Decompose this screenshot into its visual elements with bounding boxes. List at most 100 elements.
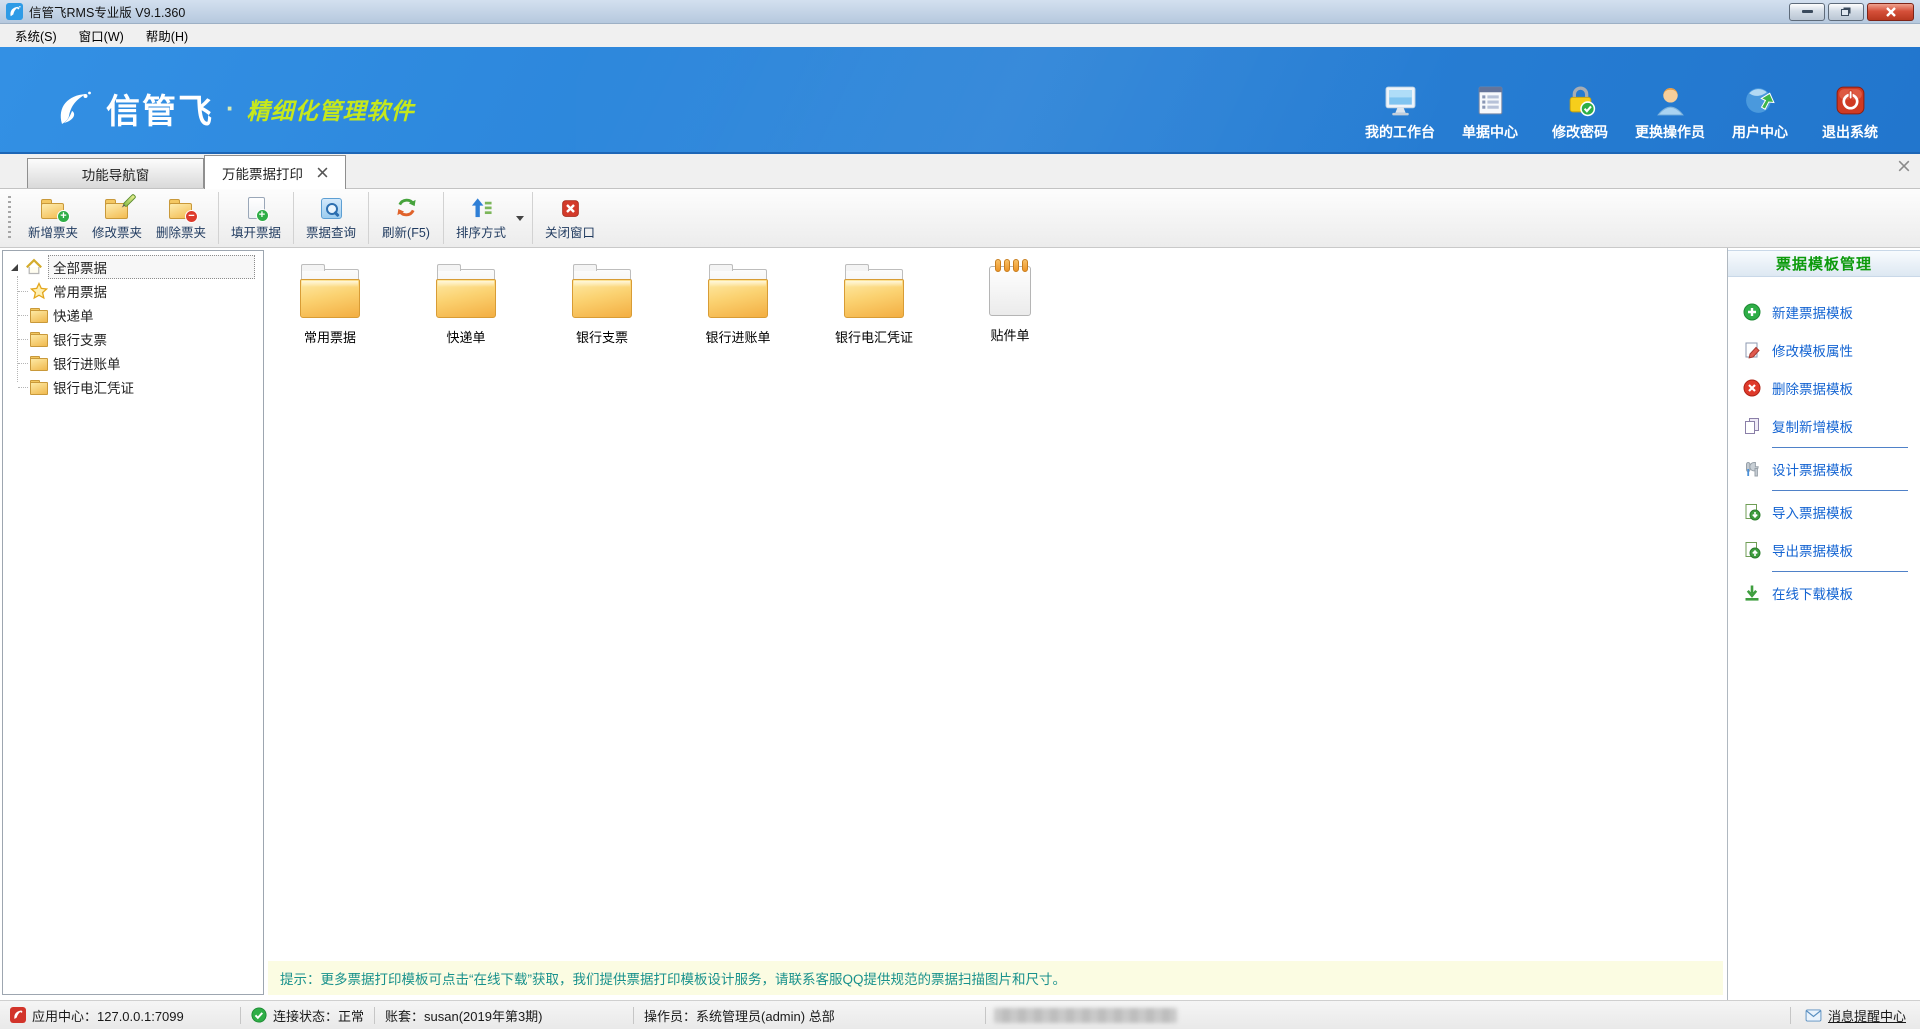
folder-item-common-tickets[interactable]: 常用票据: [264, 256, 396, 346]
toolbar: 新增票夹 修改票夹 删除票夹 填开票据 票据查询 刷新(F5): [0, 189, 1920, 248]
toolbar-separator: [368, 192, 369, 244]
fill-ticket-button[interactable]: 填开票据: [224, 192, 288, 244]
tab-universal-ticket-print[interactable]: 万能票据打印: [204, 155, 346, 189]
restore-icon: [1841, 9, 1849, 16]
toolbar-button-label: 填开票据: [231, 222, 281, 241]
document-plus-icon: [248, 197, 265, 219]
my-workbench-button[interactable]: 我的工作台: [1364, 83, 1436, 142]
new-template-link[interactable]: 新建票据模板: [1728, 293, 1920, 331]
magnifier-icon: [321, 198, 342, 219]
tabstrip-close-icon[interactable]: [1898, 160, 1910, 172]
toolbar-button-label: 排序方式: [456, 222, 506, 241]
close-window-button[interactable]: 关闭窗口: [538, 192, 602, 244]
brand-logo-icon: [52, 87, 96, 131]
import-doc-icon: [1743, 503, 1761, 521]
template-action-label: 复制新增模板: [1772, 416, 1853, 436]
tree-expander-icon[interactable]: [11, 264, 18, 271]
banner-actions: 我的工作台 单据中心 修改密码: [1364, 83, 1920, 142]
content-area: 全部票据 常用票据 快递单 银行支票 银行进账单: [0, 248, 1920, 1000]
folder-item-bank-cheque[interactable]: 银行支票: [536, 256, 668, 346]
query-ticket-button[interactable]: 票据查询: [299, 192, 363, 244]
refresh-button[interactable]: 刷新(F5): [374, 192, 438, 244]
delete-template-link[interactable]: 删除票据模板: [1728, 369, 1920, 407]
menu-window[interactable]: 窗口(W): [68, 23, 135, 48]
toolbar-button-label: 关闭窗口: [545, 222, 595, 241]
folder-tree-panel: 全部票据 常用票据 快递单 银行支票 银行进账单: [2, 250, 264, 995]
tree-item-common-tickets[interactable]: 常用票据: [30, 279, 263, 303]
folder-icon: [30, 380, 48, 394]
envelope-icon: [1805, 1009, 1822, 1022]
home-icon: [25, 258, 43, 276]
folder-item-bank-wire[interactable]: 银行电汇凭证: [808, 256, 940, 346]
template-action-label: 导入票据模板: [1772, 502, 1853, 522]
delete-folder-button[interactable]: 删除票夹: [149, 192, 213, 244]
operator-person-icon: [1653, 83, 1688, 118]
tree-item-label: 快递单: [53, 305, 94, 325]
tree-item-label: 银行进账单: [53, 353, 121, 373]
folder-label: 银行支票: [576, 327, 628, 346]
toolbar-button-label: 刷新(F5): [382, 222, 430, 241]
app-center-icon: [10, 1007, 26, 1023]
toolbar-grip[interactable]: [8, 196, 11, 240]
tree-root-all-tickets[interactable]: 全部票据: [3, 255, 263, 279]
menu-system[interactable]: 系统(S): [4, 23, 68, 48]
add-folder-button[interactable]: 新增票夹: [21, 192, 85, 244]
edit-template-props-link[interactable]: 修改模板属性: [1728, 331, 1920, 369]
user-center-button[interactable]: 用户中心: [1724, 83, 1796, 142]
folder-item-bank-deposit[interactable]: 银行进账单: [672, 256, 804, 346]
template-action-label: 导出票据模板: [1772, 540, 1853, 560]
tab-label: 万能票据打印: [222, 163, 303, 183]
tree-item-bank-cheque[interactable]: 银行支票: [30, 327, 263, 351]
panel-title: 票据模板管理: [1728, 250, 1920, 277]
sort-mode-button[interactable]: 排序方式: [449, 192, 513, 244]
tab-strip: 功能导航窗 万能票据打印: [0, 154, 1920, 189]
toolbar-button-label: 修改票夹: [92, 222, 142, 241]
template-action-label: 修改模板属性: [1772, 340, 1853, 360]
tree-children: 常用票据 快递单 银行支票 银行进账单 银行电汇凭证: [3, 279, 263, 399]
toolbar-separator: [218, 192, 219, 244]
download-template-link[interactable]: 在线下载模板: [1728, 574, 1920, 612]
minimize-button[interactable]: [1789, 3, 1825, 21]
import-template-link[interactable]: 导入票据模板: [1728, 493, 1920, 531]
banner-action-label: 我的工作台: [1365, 122, 1435, 142]
template-action-label: 在线下载模板: [1772, 583, 1853, 603]
toolbar-separator: [532, 192, 533, 244]
folder-plus-icon: [41, 199, 65, 219]
document-center-button[interactable]: 单据中心: [1454, 83, 1526, 142]
close-icon: [1885, 7, 1897, 17]
tab-function-navigator[interactable]: 功能导航窗: [27, 158, 204, 188]
template-action-label: 设计票据模板: [1772, 459, 1853, 479]
account-text: 账套：susan(2019年第3期): [385, 1006, 543, 1025]
sort-mode-dropdown[interactable]: [513, 192, 527, 244]
export-template-link[interactable]: 导出票据模板: [1728, 531, 1920, 569]
edit-page-icon: [1743, 341, 1761, 359]
tree-item-bank-deposit[interactable]: 银行进账单: [30, 351, 263, 375]
workbench-monitor-icon: [1383, 83, 1418, 118]
app-center-status: 应用中心：127.0.0.1:7099: [0, 1006, 240, 1025]
switch-operator-button[interactable]: 更换操作员: [1634, 83, 1706, 142]
menu-help[interactable]: 帮助(H): [135, 23, 199, 48]
star-icon: [30, 282, 48, 300]
folder-minus-icon: [169, 199, 193, 219]
change-password-button[interactable]: 修改密码: [1544, 83, 1616, 142]
tab-close-icon[interactable]: [317, 167, 328, 178]
brand-separator: ·: [226, 93, 235, 124]
exit-system-button[interactable]: 退出系统: [1814, 83, 1886, 142]
tree-item-express-sheet[interactable]: 快递单: [30, 303, 263, 327]
delete-circle-icon: [1743, 379, 1761, 397]
close-button[interactable]: [1867, 3, 1914, 21]
folder-item-express-sheet[interactable]: 快递单: [400, 256, 532, 346]
message-center-link[interactable]: 消息提醒中心: [1791, 1006, 1920, 1025]
toolbar-button-label: 新增票夹: [28, 222, 78, 241]
folder-label: 贴件单: [990, 325, 1029, 344]
design-template-link[interactable]: 设计票据模板: [1728, 450, 1920, 488]
folder-item-sticker-sheet[interactable]: 贴件单: [944, 256, 1076, 346]
folder-label: 常用票据: [304, 327, 356, 346]
restore-button[interactable]: [1828, 3, 1864, 21]
export-doc-icon: [1743, 541, 1761, 559]
tree-root-label[interactable]: 全部票据: [48, 255, 255, 279]
hint-bar: 提示：更多票据打印模板可点击“在线下载”获取，我们提供票据打印模板设计服务，请联…: [268, 961, 1723, 995]
copy-template-link[interactable]: 复制新增模板: [1728, 407, 1920, 445]
edit-folder-button[interactable]: 修改票夹: [85, 192, 149, 244]
tree-item-bank-wire[interactable]: 银行电汇凭证: [30, 375, 263, 399]
